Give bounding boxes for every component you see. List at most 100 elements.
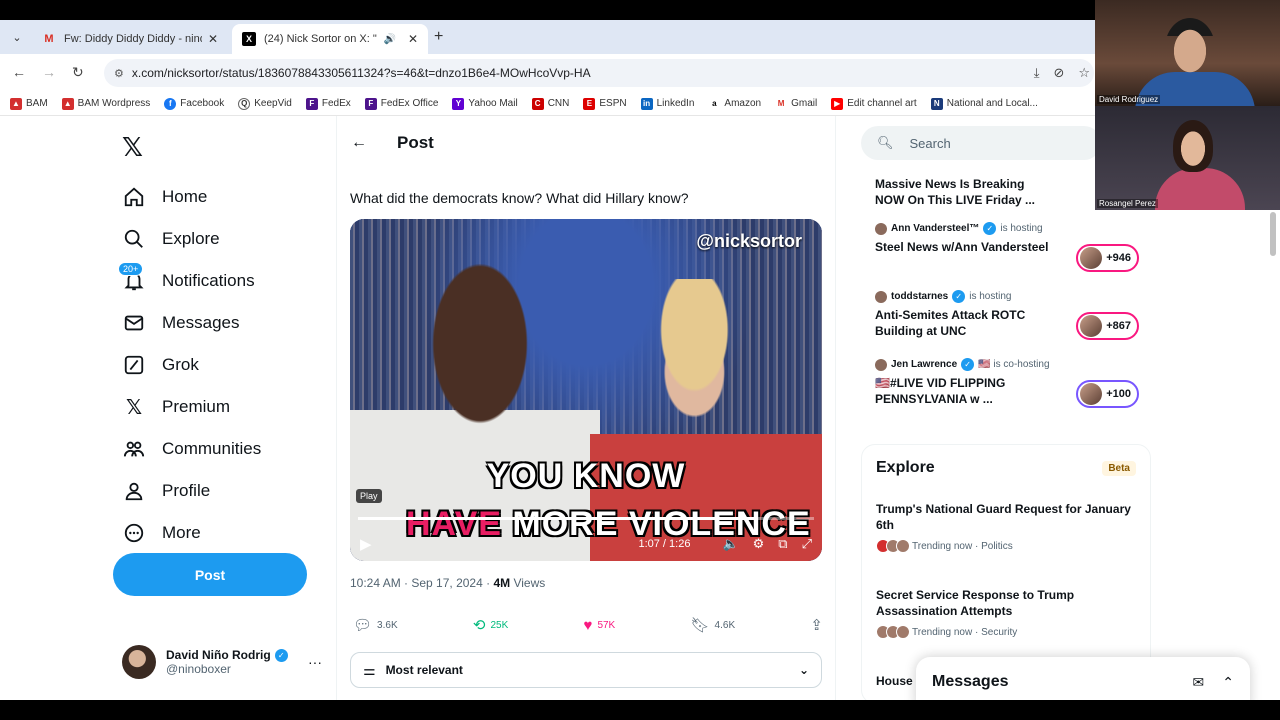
chevrons-up-icon[interactable]: ⌃ (1222, 674, 1234, 691)
tab-search-chevron-icon[interactable]: ⌄ (8, 29, 26, 47)
close-tab-icon[interactable]: ✕ (408, 32, 418, 46)
pip-icon[interactable]: ⧉ (778, 536, 787, 552)
page-scrollbar[interactable] (1270, 212, 1276, 256)
sidebar-item-messages[interactable]: Messages (122, 302, 322, 344)
avatar (122, 645, 156, 679)
account-switcher[interactable]: David Niño Rodrig ✓ @ninoboxer ··· (122, 644, 322, 680)
compose-message-icon[interactable]: ✉ (1193, 674, 1205, 691)
bookmark[interactable]: ▲ BAM Wordpress (61, 97, 150, 110)
messages-drawer-title: Messages (932, 673, 1009, 690)
browser-tab-gmail[interactable]: M Fw: Diddy Diddy Diddy - ninob ✕ (32, 24, 228, 54)
sidebar-item-home[interactable]: Home (122, 176, 322, 218)
eye-off-icon[interactable]: ⊘ (1053, 65, 1064, 81)
avatar (875, 222, 887, 235)
verified-badge-icon: ✓ (961, 358, 975, 371)
space-item[interactable]: Ann Vandersteel™ ✓ is hosting Steel News w… (861, 216, 1151, 284)
search-input[interactable]: 🔍︎ Search (861, 126, 1101, 160)
sidebar-item-grok[interactable]: Grok (122, 344, 322, 386)
post-timestamp[interactable]: 10:24 AM · Sep 17, 2024 · (350, 576, 493, 590)
video-progress-bar[interactable] (358, 517, 814, 520)
repost-button[interactable]: ⟲ 25K (473, 616, 508, 634)
x-page: 𝕏 Home Explore 20+ Notifications Message… (0, 116, 1280, 700)
play-icon[interactable]: ▶ (360, 535, 372, 553)
reply-sort-dropdown[interactable]: ⚌ Most relevant ⌄ (350, 652, 822, 688)
settings-gear-icon[interactable]: ⚙ (753, 536, 765, 552)
post-button[interactable]: Post (113, 553, 307, 596)
space-item[interactable]: Jen Lawrence ✓ 🇺🇸 is co-hosting 🇺🇸#LIVE VI… (861, 352, 1151, 420)
address-bar[interactable]: ⚙ x.com/nicksortor/status/18360788433056… (104, 59, 1094, 87)
bookmark[interactable]: C CNN (531, 97, 569, 110)
reply-icon: 💬︎ (353, 617, 373, 634)
close-tab-icon[interactable]: ✕ (208, 32, 218, 46)
space-item[interactable]: toddstarnes ✓ is hosting Anti-Semites Atta… (861, 284, 1151, 352)
video-progress-fill (358, 517, 755, 520)
avatar (875, 290, 887, 303)
mail-icon (122, 311, 146, 335)
volume-icon[interactable]: 🔈 (722, 536, 738, 552)
sidebar-item-profile[interactable]: Profile (122, 470, 322, 512)
trend-item[interactable]: Trump's National Guard Request for Janua… (876, 501, 1136, 553)
bookmark[interactable]: in LinkedIn (640, 97, 694, 110)
bookmark[interactable]: Q KeepVid (238, 97, 292, 110)
x-logo-icon[interactable]: 𝕏 (122, 132, 143, 163)
ellipsis-icon[interactable]: ··· (308, 654, 322, 670)
bookmark[interactable]: ▶ Edit channel art (831, 97, 917, 110)
x-icon: X (242, 32, 256, 46)
bookmark[interactable]: ▲ BAM (10, 97, 48, 110)
reply-button[interactable]: 💬︎ 3.6K (353, 616, 398, 634)
messages-drawer[interactable]: Messages ✉ ⌃ (916, 657, 1250, 700)
trend-title: Secret Service Response to Trump Assassi… (876, 588, 1075, 618)
webcam-figure (1173, 120, 1213, 172)
avatar (875, 358, 887, 371)
new-tab-icon[interactable]: + (434, 28, 443, 46)
forward-arrow-icon[interactable]: → (42, 64, 56, 80)
like-button[interactable]: ♥ 57K (584, 616, 616, 634)
back-arrow-icon[interactable]: ← (351, 134, 367, 152)
sidebar-item-explore[interactable]: Explore (122, 218, 322, 260)
bookmark[interactable]: E ESPN (583, 97, 627, 110)
audio-playing-icon[interactable]: 🔊 (383, 34, 395, 45)
bookmark-button[interactable]: 🔖︎ 4.6K (691, 616, 736, 634)
browser-tabstrip: ⌄ M Fw: Diddy Diddy Diddy - ninob ✕ X (2… (0, 20, 1095, 54)
webcam-overlay: Rosangel Perez (1095, 106, 1280, 210)
share-button[interactable]: ⇪ (810, 616, 823, 634)
space-title: Massive News Is Breaking NOW On This LIV… (875, 177, 1036, 207)
beta-badge: Beta (1102, 461, 1136, 476)
grok-icon (122, 353, 146, 377)
trend-item[interactable]: Secret Service Response to Trump Assassi… (876, 587, 1136, 639)
site-settings-icon[interactable]: ⚙ (114, 67, 124, 80)
bookmark[interactable]: a Amazon (708, 97, 761, 110)
youtube-icon: ▶ (831, 97, 844, 110)
sidebar-nav: Home Explore 20+ Notifications Messages (118, 176, 322, 554)
gmail-icon: M (775, 97, 788, 110)
bookmark[interactable]: F FedEx Office (364, 97, 438, 110)
post-actions: 💬︎ 3.6K ⟲ 25K ♥ 57K 🔖︎ 4.6K ⇪ (353, 616, 823, 635)
bookmark[interactable]: F FedEx (305, 97, 351, 110)
bam-icon: ▲ (10, 97, 22, 110)
sidebar-item-more[interactable]: More (122, 512, 322, 554)
video-controls: ▶ 1:07 / 1:26 🔈 ⚙ ⧉ ⤢ (350, 533, 822, 555)
letterbox-bottom (0, 700, 1280, 720)
search-icon: 🔍︎ (877, 135, 894, 150)
video-player[interactable]: @nicksortor YOU KNOW HAVE MORE VIOLENCE … (350, 219, 822, 561)
back-arrow-icon[interactable]: ← (12, 64, 26, 80)
star-icon[interactable]: ☆ (1078, 65, 1090, 81)
trend-meta: Trending now · Security (912, 626, 1018, 638)
linkedin-icon: in (640, 97, 653, 110)
post-meta: 10:24 AM · Sep 17, 2024 · 4M Views (350, 576, 545, 590)
sidebar-item-notifications[interactable]: 20+ Notifications (118, 260, 322, 302)
install-app-icon[interactable]: ⤓ (1034, 65, 1040, 81)
fullscreen-icon[interactable]: ⤢ (802, 536, 812, 552)
person-icon (122, 479, 146, 503)
bookmark[interactable]: Y Yahoo Mail (452, 97, 518, 110)
reload-icon[interactable]: ↻ (72, 64, 84, 81)
webcam-figure (1155, 168, 1245, 210)
video-caption-line1: YOU KNOW (486, 457, 686, 495)
bookmark[interactable]: M Gmail (775, 97, 817, 110)
browser-tab-x-active[interactable]: X (24) Nick Sortor on X: " 🔊 ✕ (232, 24, 428, 54)
bookmark[interactable]: f Facebook (164, 97, 224, 110)
sidebar-item-communities[interactable]: Communities (122, 428, 322, 470)
sidebar-item-premium[interactable]: 𝕏 Premium (122, 386, 322, 428)
screen: ⌄ M Fw: Diddy Diddy Diddy - ninob ✕ X (2… (0, 0, 1280, 720)
bookmark[interactable]: N National and Local... (930, 97, 1038, 110)
